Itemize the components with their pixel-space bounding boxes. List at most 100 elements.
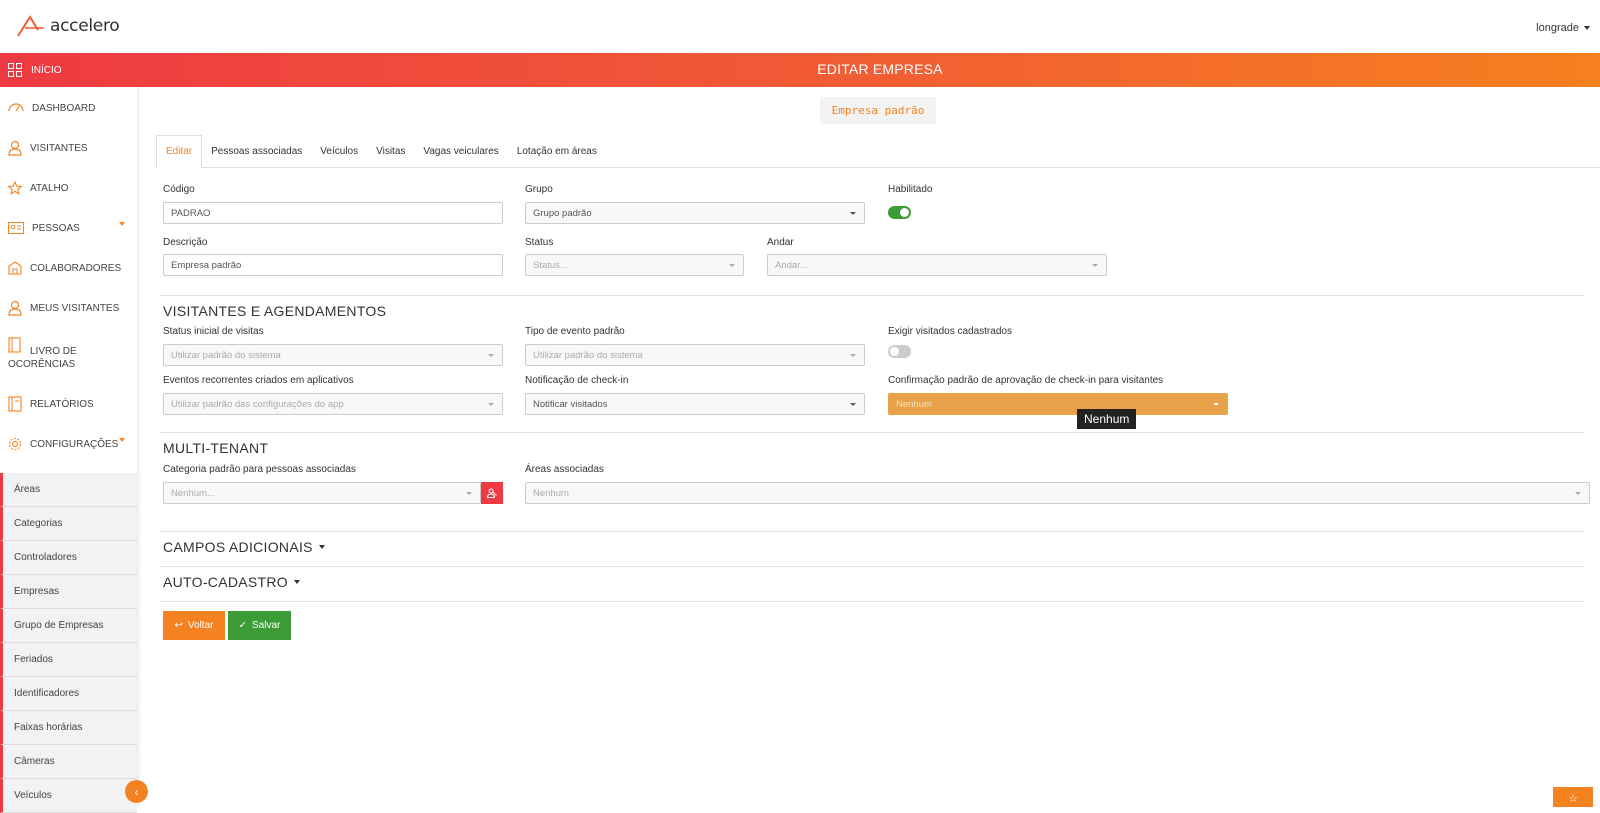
submenu-item[interactable]: Grupo de Empresas — [0, 609, 137, 643]
sidebar-item-label: RELATÓRIOS — [30, 398, 94, 410]
save-button-label: Salvar — [252, 620, 281, 631]
tab-lotacao-areas[interactable]: Lotação em áreas — [508, 135, 606, 168]
submenu-item[interactable]: Feriados — [0, 643, 137, 677]
chevron-down-icon — [318, 545, 325, 549]
sidebar-item-relatorios[interactable]: RELATÓRIOS — [0, 384, 137, 424]
confirmacao-value: Nenhum — [896, 398, 932, 410]
andar-label: Andar — [767, 237, 794, 248]
gear-icon — [8, 437, 22, 451]
tipo-evento-select[interactable]: Utilizar padrão do sistema — [525, 344, 865, 366]
tab-visitas[interactable]: Visitas — [367, 135, 414, 168]
submenu-item[interactable]: Categorias — [0, 507, 137, 541]
chevron-down-icon — [488, 403, 494, 406]
sidebar-item-configuracoes[interactable]: CONFIGURAÇÕES — [0, 424, 137, 464]
sidebar-item-label: VISITANTES — [30, 142, 88, 154]
submenu-item[interactable]: Faixas horárias — [0, 711, 137, 745]
sidebar-item-label: CONFIGURAÇÕES — [30, 438, 119, 450]
submenu-item[interactable]: Veículos — [0, 779, 137, 813]
logo[interactable]: accelero — [16, 14, 120, 38]
grupo-label: Grupo — [525, 184, 553, 195]
categoria-label: Categoria padrão para pessoas associadas — [163, 464, 356, 475]
header-band: INÍCIO EDITAR EMPRESA — [0, 53, 1600, 87]
submenu-item[interactable]: Câmeras — [0, 745, 137, 779]
back-button[interactable]: ↩ Voltar — [163, 611, 225, 640]
building-icon — [8, 261, 22, 275]
tab-bar: Editar Pessoas associadas Veículos Visit… — [156, 135, 1600, 168]
grupo-select[interactable]: Grupo padrão — [525, 202, 865, 224]
chevron-down-icon — [850, 212, 856, 215]
campos-adicionais-toggle[interactable]: CAMPOS ADICIONAIS — [163, 539, 325, 555]
divider — [159, 601, 1585, 602]
undo-icon: ↩ — [174, 620, 183, 631]
chevron-down-icon — [466, 492, 472, 495]
sidebar-item-visitantes[interactable]: VISITANTES — [0, 128, 137, 168]
sidebar-item-label: ATALHO — [30, 182, 69, 194]
codigo-input[interactable]: PADRAO — [163, 202, 503, 224]
codigo-label: Código — [163, 184, 195, 195]
divider — [159, 531, 1585, 532]
toggle-knob — [900, 208, 909, 217]
status-inicial-value: Utilizar padrão do sistema — [171, 349, 281, 361]
main-content: Empresa padrão Editar Pessoas associadas… — [137, 87, 1600, 807]
categoria-select[interactable]: Nenhum... — [163, 482, 481, 504]
submenu-item[interactable]: Controladores — [0, 541, 137, 575]
areas-associadas-select[interactable]: Nenhum — [525, 482, 1590, 504]
confirmacao-select[interactable]: Nenhum — [888, 393, 1228, 415]
chevron-down-icon — [1575, 492, 1581, 495]
save-button[interactable]: ✓ Salvar — [228, 611, 291, 640]
status-inicial-select[interactable]: Utilizar padrão do sistema — [163, 344, 503, 366]
divider — [159, 295, 1585, 296]
eventos-recorrentes-label: Eventos recorrentes criados em aplicativ… — [163, 375, 354, 386]
chevron-down-icon — [850, 403, 856, 406]
user-menu[interactable]: longrade — [1536, 22, 1590, 34]
auto-cadastro-toggle[interactable]: AUTO-CADASTRO — [163, 574, 300, 590]
andar-placeholder: Andar... — [775, 259, 808, 271]
sidebar-item-label: MEUS VISITANTES — [30, 302, 120, 314]
user-icon — [8, 140, 22, 156]
grupo-value: Grupo padrão — [533, 207, 592, 219]
book-icon — [8, 337, 21, 353]
notificacao-select[interactable]: Notificar visitados — [525, 393, 865, 415]
accelero-logo-icon — [17, 15, 44, 37]
descricao-input[interactable]: Empresa padrão — [163, 254, 503, 276]
chevron-down-icon — [850, 354, 856, 357]
clear-categoria-button[interactable] — [481, 482, 503, 504]
user-icon — [8, 300, 22, 316]
page-title: EDITAR EMPRESA — [817, 61, 943, 77]
chevron-down-icon — [729, 264, 735, 267]
submenu-item[interactable]: Empresas — [0, 575, 137, 609]
chevron-down-icon — [1584, 26, 1590, 30]
tab-editar[interactable]: Editar — [156, 135, 203, 168]
descricao-label: Descrição — [163, 237, 208, 248]
favorite-button[interactable]: ☆ — [1553, 787, 1593, 807]
sidebar-item-colaboradores[interactable]: COLABORADORES — [0, 248, 137, 288]
exigir-label: Exigir visitados cadastrados — [888, 326, 1012, 337]
sidebar-item-meus-visitantes[interactable]: MEUS VISITANTES — [0, 288, 137, 328]
andar-select[interactable]: Andar... — [767, 254, 1107, 276]
exigir-toggle[interactable] — [888, 345, 911, 358]
chevron-down-icon — [1092, 264, 1098, 267]
sidebar-item-atalho[interactable]: ATALHO — [0, 168, 137, 208]
sidebar-item-pessoas[interactable]: PESSOAS — [0, 208, 137, 248]
eventos-recorrentes-select[interactable]: Utilizar padrão das configurações do app — [163, 393, 503, 415]
submenu-item[interactable]: Áreas — [0, 473, 137, 507]
tab-vagas-veiculares[interactable]: Vagas veiculares — [414, 135, 507, 168]
sidebar-item-dashboard[interactable]: DASHBOARD — [0, 88, 137, 128]
submenu-item[interactable]: Identificadores — [0, 677, 137, 711]
areas-associadas-value: Nenhum — [533, 487, 569, 499]
status-label: Status — [525, 237, 554, 248]
tab-pessoas-associadas[interactable]: Pessoas associadas — [202, 135, 311, 168]
status-select[interactable]: Status... — [525, 254, 744, 276]
sidebar-item-livro-ocorencias[interactable]: LIVRO DE OCORÊNCIAS — [0, 330, 137, 378]
sidebar: DASHBOARD VISITANTES ATALHO PESSOAS COLA… — [0, 87, 137, 813]
sidebar-item-label: DASHBOARD — [32, 102, 96, 114]
toggle-knob — [890, 347, 899, 356]
tab-veiculos[interactable]: Veículos — [311, 135, 367, 168]
back-button-label: Voltar — [187, 620, 214, 631]
chevron-down-icon — [488, 354, 494, 357]
campos-adicionais-title: CAMPOS ADICIONAIS — [163, 539, 313, 555]
company-name-chip: Empresa padrão — [820, 97, 936, 124]
logo-text: accelero — [50, 16, 120, 36]
habilitado-toggle[interactable] — [888, 206, 911, 219]
status-placeholder: Status... — [533, 259, 568, 271]
